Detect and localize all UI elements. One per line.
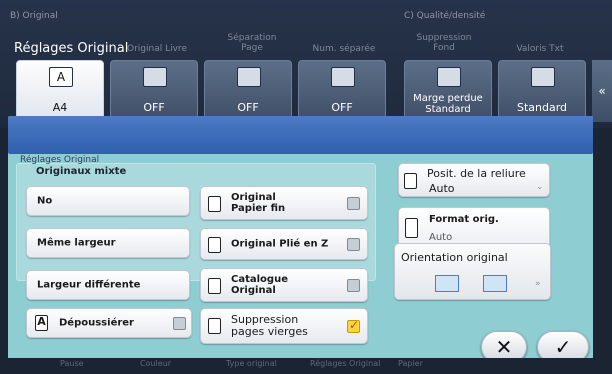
bottom-label-type: Type original [226, 359, 277, 368]
thin-paper-icon [208, 196, 221, 212]
orientation-left-icon [435, 275, 459, 292]
catalogue-option[interactable]: Catalogue Original [200, 268, 368, 302]
book-icon [143, 67, 167, 87]
different-width-label: Largeur différente [37, 279, 141, 291]
mixed-no-button[interactable]: No [26, 186, 190, 216]
orientation-top-icon [483, 275, 507, 292]
depoussierer-option[interactable]: A Dépoussiérer [26, 308, 192, 338]
tab-label-livre: Original Livre [127, 44, 187, 54]
catalogue-checkbox[interactable] [347, 279, 360, 292]
binding-icon [404, 173, 417, 189]
different-width-button[interactable]: Largeur différente [26, 270, 190, 300]
same-width-label: Même largeur [37, 237, 116, 249]
bottom-label-pause: Pause [60, 359, 84, 368]
mixed-no-label: No [37, 195, 53, 207]
tab-separation-page[interactable]: OFF [204, 60, 292, 122]
tab-suppression-value: Marge perdue Standard [413, 93, 483, 115]
separate-scan-icon [331, 67, 355, 87]
thin-paper-label: Original Papier fin [231, 192, 286, 214]
blank-page-label: Suppression pages vierges [231, 313, 308, 338]
text-enhance-icon [531, 67, 555, 87]
format-value: Auto [429, 232, 453, 243]
thin-paper-checkbox[interactable] [347, 197, 360, 210]
panel-header-bar [8, 116, 593, 154]
chevron-down-icon: ⌄ [536, 182, 544, 192]
section-c-label: C) Qualité/densité [404, 11, 486, 21]
tab-format[interactable]: A A4 [16, 60, 104, 122]
bottom-label-couleur: Couleur [140, 359, 172, 368]
tab-valoris-value: Standard [516, 101, 568, 114]
group-subtitle: Originaux mixte [36, 166, 127, 177]
blank-page-removal-option[interactable]: Suppression pages vierges [200, 308, 368, 344]
page-separation-icon [237, 67, 261, 87]
tab-label-suppression: Suppression Fond [416, 33, 472, 53]
catalogue-label: Catalogue Original [231, 274, 288, 296]
tab-valoris-txt[interactable]: Standard [498, 60, 586, 122]
depoussierer-label: Dépoussiérer [59, 317, 134, 329]
z-fold-option[interactable]: Original Plié en Z [200, 228, 368, 260]
tab-suppression-fond[interactable]: Marge perdue Standard [404, 60, 492, 122]
tab-original-livre[interactable]: OFF [110, 60, 198, 122]
format-icon [405, 218, 418, 238]
tab-livre-value: OFF [143, 101, 165, 114]
catalogue-icon [208, 278, 221, 294]
z-fold-label: Original Plié en Z [231, 238, 329, 250]
bottom-label-papier: Papier [398, 359, 423, 368]
bottom-label-reglages: Réglages Original [310, 359, 381, 368]
bottom-bar: Pause Couleur Type original Réglages Ori… [0, 358, 612, 374]
tab-label-separation: Séparation Page [227, 33, 277, 53]
page-title: Réglages Original [14, 41, 129, 56]
z-fold-checkbox[interactable] [347, 238, 360, 251]
orientation-title: Orientation original [401, 251, 508, 264]
scroll-left-icon[interactable]: « [592, 60, 612, 122]
tab-format-value: A4 [52, 101, 68, 114]
tab-label-num: Num. séparée [312, 44, 376, 54]
orientation-arrow-icon: » [535, 279, 541, 289]
depoussierer-checkbox[interactable] [173, 317, 186, 330]
binding-title: Posit. de la reliure [427, 167, 526, 180]
tab-num-value: OFF [331, 101, 353, 114]
mixed-originals-group [16, 163, 376, 281]
orientation-button[interactable]: Orientation original » [394, 243, 551, 300]
blank-page-icon [208, 318, 221, 334]
tab-label-valoris: Valoris Txt [516, 44, 564, 54]
group-title: Réglages Original [20, 155, 100, 165]
format-title: Format orig. [429, 214, 499, 225]
dust-icon: A [35, 315, 48, 331]
blank-page-checkbox[interactable] [347, 318, 360, 333]
background-removal-icon [437, 67, 461, 87]
tab-num-separee[interactable]: OFF [298, 60, 386, 122]
binding-value: Auto [429, 182, 455, 195]
binding-position-select[interactable]: Posit. de la reliure Auto ⌄ [398, 163, 550, 197]
z-fold-icon [208, 237, 221, 253]
same-width-button[interactable]: Même largeur [26, 228, 190, 258]
tab-separation-value: OFF [237, 101, 259, 114]
document-a-icon: A [49, 67, 73, 87]
section-b-label: B) Original [10, 11, 58, 21]
thin-paper-option[interactable]: Original Papier fin [200, 186, 368, 220]
